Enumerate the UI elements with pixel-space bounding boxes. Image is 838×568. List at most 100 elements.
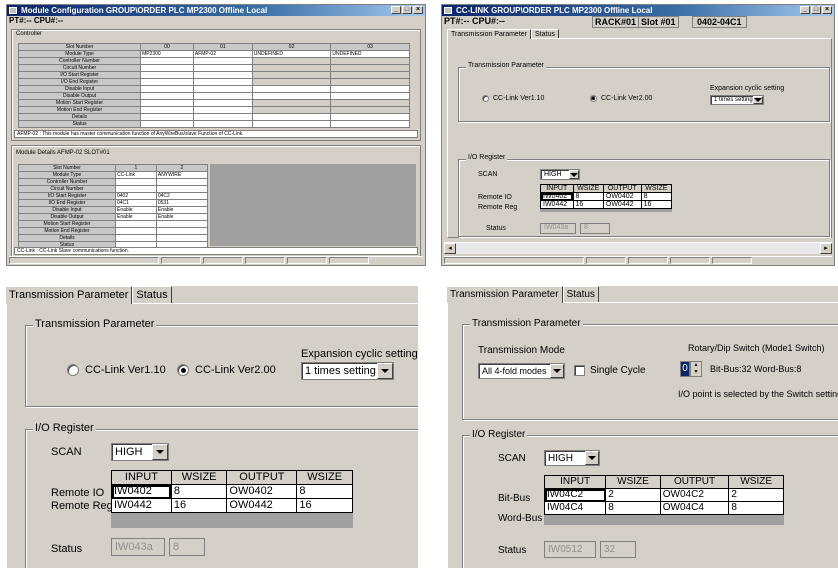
- close-button[interactable]: ×: [822, 6, 832, 14]
- table-cell[interactable]: OW0402: [602, 192, 642, 201]
- table-cell[interactable]: [114, 185, 157, 193]
- table-cell[interactable]: [192, 71, 253, 79]
- radio-ver110-dot[interactable]: [67, 364, 79, 376]
- table-cell[interactable]: [140, 64, 194, 72]
- radio-ver200-dot[interactable]: [590, 95, 597, 102]
- table-cell[interactable]: [140, 120, 194, 128]
- table-cell[interactable]: OW04C4: [659, 501, 730, 515]
- table-cell[interactable]: [330, 92, 410, 100]
- table-cell[interactable]: [251, 57, 332, 65]
- table-cell[interactable]: [330, 85, 410, 93]
- transmission-mode-select[interactable]: All 4-fold modes: [478, 363, 565, 379]
- table-cell[interactable]: 8: [728, 501, 784, 515]
- table-cell[interactable]: Enable: [114, 213, 157, 221]
- table-cell[interactable]: 16: [640, 200, 673, 209]
- table-cell[interactable]: OW0442: [602, 200, 642, 209]
- table-cell[interactable]: 8: [170, 484, 228, 499]
- maximize-button[interactable]: □: [811, 6, 821, 14]
- table-cell[interactable]: Enable: [114, 206, 157, 214]
- table-cell[interactable]: [192, 64, 253, 72]
- table-cell[interactable]: 04C1: [114, 199, 157, 207]
- scan-select[interactable]: HIGH: [544, 450, 600, 466]
- radio-ver200-dot[interactable]: [177, 364, 189, 376]
- table-cell[interactable]: CC-Link: [114, 171, 157, 179]
- table-cell[interactable]: OW04C2: [659, 488, 730, 502]
- table-cell[interactable]: Enable: [155, 206, 209, 214]
- table-cell[interactable]: [140, 57, 194, 65]
- table-cell[interactable]: [140, 78, 194, 86]
- spin-down-icon[interactable]: ▼: [691, 369, 701, 376]
- radio-ver110[interactable]: CC-Link Ver1.10: [482, 95, 544, 102]
- table-cell[interactable]: [251, 71, 332, 79]
- table-cell[interactable]: 16: [572, 200, 604, 209]
- table-cell[interactable]: [251, 113, 332, 121]
- tab-transmission-parameter[interactable]: Transmission Parameter: [6, 286, 133, 304]
- table-cell[interactable]: 8: [605, 501, 661, 515]
- table-cell[interactable]: [155, 185, 209, 193]
- table-cell[interactable]: 2: [605, 488, 661, 502]
- table-cell[interactable]: [251, 85, 332, 93]
- single-cycle-box[interactable]: [574, 365, 585, 376]
- tab-transmission-parameter[interactable]: Transmission Parameter: [447, 286, 563, 303]
- single-cycle-checkbox[interactable]: Single Cycle: [574, 365, 646, 376]
- expansion-cyclic-select[interactable]: 1 times setting: [301, 362, 394, 380]
- table-cell[interactable]: [114, 220, 157, 228]
- table-cell[interactable]: [192, 106, 253, 114]
- table-cell[interactable]: 16: [296, 498, 353, 513]
- radio-ver200[interactable]: CC-Link Ver2.00: [177, 364, 276, 376]
- table-cell[interactable]: OW0442: [226, 498, 298, 513]
- table-cell[interactable]: IW04C2: [543, 488, 607, 502]
- minimize-button[interactable]: _: [391, 6, 401, 14]
- table-cell[interactable]: OW0402: [226, 484, 298, 499]
- table-cell[interactable]: IW0402: [540, 192, 574, 201]
- scroll-left-button[interactable]: ◂: [444, 243, 456, 254]
- chevron-down-icon[interactable]: [585, 451, 599, 465]
- table-cell[interactable]: [114, 178, 157, 186]
- chevron-down-icon[interactable]: [377, 363, 393, 379]
- scroll-track[interactable]: [456, 243, 820, 254]
- switch-spinner[interactable]: 0 ▲ ▼: [680, 361, 702, 377]
- radio-ver110-dot[interactable]: [482, 95, 489, 102]
- table-cell[interactable]: [155, 234, 209, 242]
- table-cell[interactable]: 0402: [114, 192, 157, 200]
- table-cell[interactable]: 8: [640, 192, 673, 201]
- table-cell[interactable]: [140, 85, 194, 93]
- close-button[interactable]: ×: [413, 6, 423, 14]
- table-cell[interactable]: [192, 120, 253, 128]
- scan-select[interactable]: HIGH: [111, 443, 169, 461]
- minimize-button[interactable]: _: [800, 6, 810, 14]
- table-cell[interactable]: [330, 71, 410, 79]
- maximize-button[interactable]: □: [402, 6, 412, 14]
- chevron-down-icon[interactable]: [569, 170, 579, 179]
- table-cell[interactable]: [192, 85, 253, 93]
- module-type-cell[interactable]: UNDEFINED: [330, 50, 410, 58]
- table-cell[interactable]: [192, 57, 253, 65]
- horizontal-scrollbar[interactable]: ◂ ▸: [444, 242, 832, 254]
- tab-status[interactable]: Status: [132, 286, 172, 304]
- table-cell[interactable]: [330, 120, 410, 128]
- table-cell[interactable]: [330, 113, 410, 121]
- radio-ver110[interactable]: CC-Link Ver1.10: [67, 364, 166, 376]
- table-cell[interactable]: [114, 234, 157, 242]
- table-cell[interactable]: IW04C4: [543, 501, 607, 515]
- table-cell[interactable]: [251, 78, 332, 86]
- tab-status[interactable]: Status: [562, 286, 599, 303]
- table-cell[interactable]: IW0442: [111, 498, 172, 513]
- table-cell[interactable]: IW0402: [111, 484, 172, 499]
- table-cell[interactable]: [140, 113, 194, 121]
- module-type-cell[interactable]: MP2300: [140, 50, 194, 58]
- table-cell[interactable]: ANYWIRE: [155, 171, 209, 179]
- table-cell[interactable]: [192, 92, 253, 100]
- spinner-buttons[interactable]: ▲ ▼: [690, 361, 702, 377]
- table-cell[interactable]: [140, 71, 194, 79]
- table-cell[interactable]: [330, 99, 410, 107]
- table-cell[interactable]: 2: [728, 488, 784, 502]
- table-cell[interactable]: [251, 106, 332, 114]
- expansion-cyclic-select[interactable]: 1 times setting: [710, 95, 764, 105]
- table-cell[interactable]: [251, 64, 332, 72]
- table-cell[interactable]: [155, 227, 209, 235]
- table-cell[interactable]: [330, 106, 410, 114]
- table-cell[interactable]: [192, 78, 253, 86]
- table-cell[interactable]: Enable: [155, 213, 209, 221]
- radio-ver200[interactable]: CC-Link Ver2.00: [590, 95, 652, 102]
